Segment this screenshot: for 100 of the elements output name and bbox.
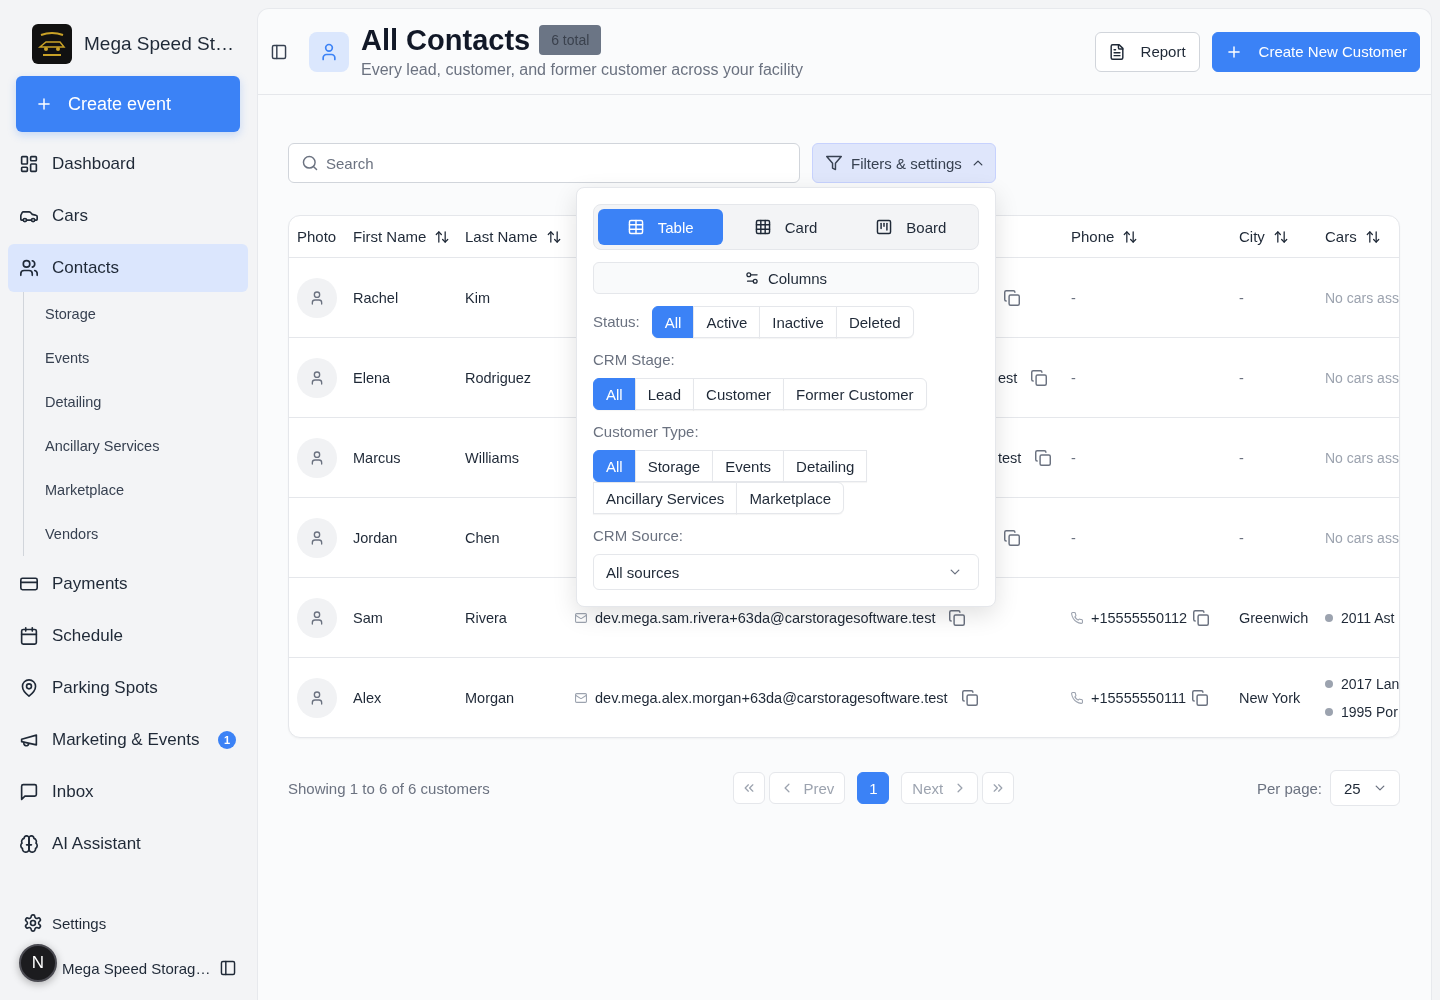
- email-address: est: [998, 369, 1018, 386]
- filters-button[interactable]: Filters & settings: [812, 143, 996, 183]
- filter-option[interactable]: Inactive: [759, 306, 837, 338]
- create-customer-button[interactable]: Create New Customer: [1211, 31, 1420, 72]
- user-avatar-icon: [297, 437, 337, 478]
- filter-option[interactable]: Active: [693, 306, 761, 338]
- no-cars-note: No cars ass: [1325, 449, 1399, 466]
- nav-item[interactable]: Contacts: [8, 244, 248, 292]
- filter-option[interactable]: Detailing: [783, 450, 868, 482]
- user-avatar-icon: [297, 357, 337, 398]
- first-name: Elena: [353, 369, 391, 386]
- account-name: Mega Speed Storag…: [62, 959, 211, 977]
- view-tab[interactable]: Board: [848, 209, 974, 245]
- create-event-button[interactable]: Create event: [16, 76, 240, 132]
- search-field[interactable]: Search: [288, 143, 800, 183]
- user-avatar-icon: [297, 517, 337, 558]
- dot-icon: [1325, 707, 1333, 716]
- logo-icon: [32, 24, 72, 64]
- user-icon: [309, 31, 349, 72]
- copy-icon[interactable]: [1031, 369, 1048, 386]
- filter-option[interactable]: All: [651, 306, 695, 338]
- nav-item[interactable]: AI Assistant: [8, 820, 248, 868]
- dev-tools-button[interactable]: N: [19, 944, 57, 982]
- filter-option[interactable]: Deleted: [835, 306, 914, 338]
- nav-subitem[interactable]: Storage: [24, 292, 104, 336]
- source-select[interactable]: All sources: [593, 554, 979, 590]
- no-cars-note: No cars ass: [1325, 529, 1399, 546]
- search-icon: [302, 155, 318, 171]
- filter-option[interactable]: Storage: [634, 450, 714, 482]
- last-name: Williams: [465, 449, 519, 466]
- brain-icon: [20, 835, 38, 853]
- nav-item[interactable]: Payments: [8, 560, 248, 608]
- car-name: 1995 Por: [1341, 703, 1398, 720]
- report-button[interactable]: Report: [1094, 31, 1200, 72]
- calendar-icon: [20, 627, 38, 645]
- view-tab[interactable]: Card: [723, 209, 849, 245]
- nav-item[interactable]: Dashboard: [8, 140, 248, 188]
- empty-value: -: [1239, 529, 1244, 546]
- first-name: Alex: [353, 689, 382, 706]
- document-icon: [1108, 43, 1125, 60]
- page-button[interactable]: 1: [857, 772, 890, 804]
- sidebar-toggle-icon[interactable]: [271, 43, 287, 60]
- map-pin-icon: [20, 679, 38, 697]
- nav-item[interactable]: Parking Spots: [8, 664, 248, 712]
- phone-icon: [1071, 611, 1083, 624]
- first-name: Jordan: [353, 529, 398, 546]
- filter-option[interactable]: Marketplace: [736, 482, 845, 514]
- dashboard-icon: [20, 155, 38, 173]
- filter-option[interactable]: Customer: [693, 378, 785, 410]
- last-name: Chen: [465, 529, 500, 546]
- empty-value: -: [1239, 369, 1244, 386]
- first-name: Marcus: [353, 449, 401, 466]
- copy-icon[interactable]: [1193, 609, 1210, 626]
- mail-icon: [575, 611, 587, 624]
- users-icon: [20, 259, 38, 277]
- column-header[interactable]: Phone: [1071, 228, 1138, 245]
- copy-icon[interactable]: [1004, 289, 1020, 306]
- sort-icon: [1365, 229, 1380, 244]
- nav-subitem[interactable]: Events: [24, 336, 98, 380]
- nav-subitem[interactable]: Vendors: [24, 512, 107, 556]
- columns-button[interactable]: Columns: [593, 262, 979, 294]
- per-page-label: Per page:: [1256, 779, 1322, 797]
- nav-item[interactable]: Cars: [8, 192, 248, 240]
- copy-icon[interactable]: [1004, 529, 1020, 546]
- column-header[interactable]: First Name: [353, 228, 450, 245]
- user-avatar-icon: [297, 597, 337, 638]
- settings-link[interactable]: Settings: [0, 903, 119, 943]
- city-name: New York: [1239, 689, 1301, 706]
- filter-option[interactable]: Events: [712, 450, 785, 482]
- page-subtitle: Every lead, customer, and former customer across your facility: [361, 59, 803, 80]
- filter-option[interactable]: All: [593, 450, 636, 482]
- copy-icon[interactable]: [1192, 689, 1209, 706]
- nav-subitem[interactable]: Detailing: [24, 380, 110, 424]
- email-address: test: [998, 449, 1022, 466]
- column-header[interactable]: City: [1239, 228, 1288, 245]
- page-title: All Contacts: [361, 22, 531, 57]
- user-avatar-icon: [297, 677, 337, 718]
- nav-item[interactable]: Schedule: [8, 612, 248, 660]
- nav-subitem[interactable]: Marketplace: [24, 468, 132, 512]
- column-header[interactable]: Last Name: [465, 228, 561, 245]
- phone-number: +15555550111: [1091, 689, 1187, 706]
- nav-item[interactable]: Inbox: [8, 768, 248, 816]
- last-name: Morgan: [465, 689, 515, 706]
- filter-option[interactable]: Lead: [634, 378, 695, 410]
- credit-card-icon: [20, 575, 38, 593]
- sidebar-toggle-icon[interactable]: [220, 960, 236, 976]
- copy-icon[interactable]: [961, 689, 978, 706]
- view-tab[interactable]: Table: [598, 209, 724, 245]
- copy-icon[interactable]: [1035, 449, 1052, 466]
- nav-item[interactable]: Marketing & Events 1: [8, 716, 248, 764]
- per-page-select[interactable]: 25: [1330, 770, 1400, 806]
- copy-icon[interactable]: [949, 609, 966, 626]
- nav-subitem[interactable]: Ancillary Services: [24, 424, 168, 468]
- filter-option[interactable]: All: [593, 378, 636, 410]
- dot-icon: [1325, 679, 1333, 688]
- no-cars-note: No cars ass: [1325, 289, 1399, 306]
- filter-option[interactable]: Ancillary Services: [593, 482, 738, 514]
- empty-value: -: [1071, 449, 1076, 466]
- column-header[interactable]: Cars: [1325, 228, 1380, 245]
- filter-option[interactable]: Former Customer: [783, 378, 927, 410]
